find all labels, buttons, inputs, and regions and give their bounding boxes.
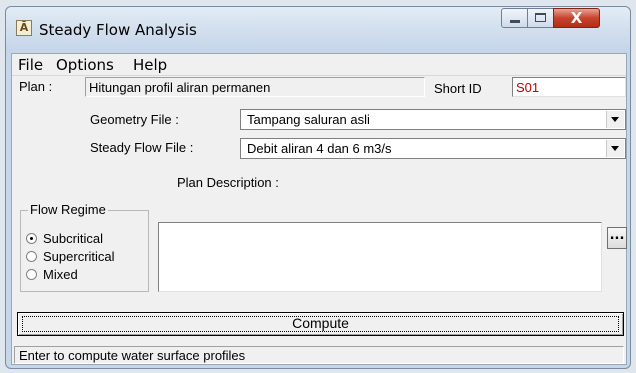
close-icon: X <box>570 9 583 27</box>
minimize-button[interactable] <box>501 8 528 28</box>
steady-flow-file-value: Debit aliran 4 dan 6 m3/s <box>247 141 392 156</box>
plan-description-browse-button[interactable]: ... <box>607 227 627 249</box>
radio-supercritical[interactable]: Supercritical <box>26 249 115 264</box>
minimize-icon <box>510 20 520 23</box>
radio-subcritical-label: Subcritical <box>43 231 103 246</box>
geometry-file-select[interactable]: Tampang saluran asli <box>240 109 626 130</box>
radio-mixed-label: Mixed <box>43 267 78 282</box>
maximize-button[interactable] <box>527 8 554 28</box>
chevron-down-icon[interactable] <box>606 140 624 157</box>
geometry-file-label: Geometry File : <box>90 112 179 127</box>
radio-unselected-icon[interactable] <box>26 251 37 262</box>
menu-help[interactable]: Help <box>133 56 167 74</box>
plan-description-textarea[interactable] <box>158 222 602 292</box>
radio-subcritical[interactable]: Subcritical <box>26 231 103 246</box>
geometry-file-value: Tampang saluran asli <box>247 112 370 127</box>
short-id-input[interactable]: S01 <box>512 77 626 97</box>
short-id-label: Short ID <box>434 81 482 96</box>
hec-ras-app-icon: Ā <box>16 20 32 36</box>
radio-selected-icon[interactable] <box>26 233 37 244</box>
plan-title-field[interactable]: Hitungan profil aliran permanen <box>85 77 425 97</box>
steady-flow-analysis-window: Ā Steady Flow Analysis X File Options He… <box>5 6 631 369</box>
chevron-down-icon[interactable] <box>606 111 624 128</box>
compute-button-label: Compute <box>292 315 349 331</box>
radio-mixed[interactable]: Mixed <box>26 267 78 282</box>
compute-button[interactable]: Compute <box>17 312 624 336</box>
window-title: Steady Flow Analysis <box>39 21 197 39</box>
title-bar[interactable]: Ā Steady Flow Analysis X <box>6 7 630 53</box>
dialog-body: File Options Help Plan : Hitungan profil… <box>11 53 627 365</box>
close-button[interactable]: X <box>553 8 600 28</box>
plan-description-label: Plan Description : <box>177 175 279 190</box>
flow-regime-title: Flow Regime <box>28 202 108 217</box>
maximize-icon <box>535 13 546 22</box>
menu-options[interactable]: Options <box>56 56 114 74</box>
radio-supercritical-label: Supercritical <box>43 249 115 264</box>
steady-flow-file-select[interactable]: Debit aliran 4 dan 6 m3/s <box>240 138 626 159</box>
steady-flow-file-label: Steady Flow File : <box>90 140 194 155</box>
menu-file[interactable]: File <box>18 56 43 74</box>
status-bar: Enter to compute water surface profiles <box>14 346 624 364</box>
radio-unselected-icon[interactable] <box>26 269 37 280</box>
plan-label: Plan : <box>19 79 53 94</box>
menu-bar: File Options Help <box>12 54 626 76</box>
